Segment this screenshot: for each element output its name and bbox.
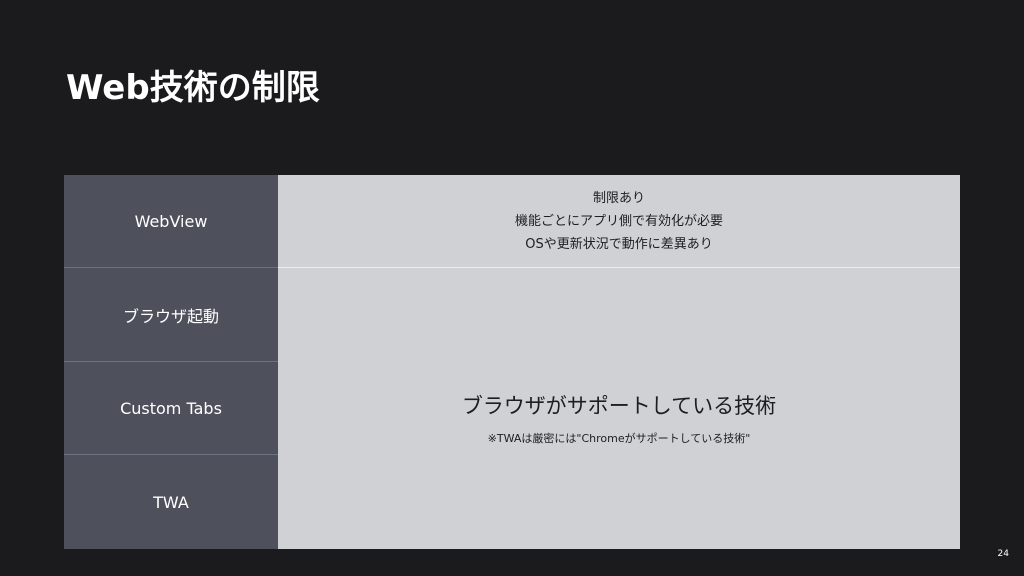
comparison-table: WebView 制限あり 機能ごとにアプリ側で有効化が必要 OSや更新状況で動作…	[64, 175, 960, 549]
webview-note: 機能ごとにアプリ側で有効化が必要	[514, 213, 723, 229]
browser-support-description: ブラウザがサポートしている技術 ※TWAは厳密には"Chromeがサポートしてい…	[278, 268, 960, 549]
webview-description: 制限あり 機能ごとにアプリ側で有効化が必要 OSや更新状況で動作に差異あり	[278, 175, 960, 268]
browser-support-main-text: ブラウザがサポートしている技術	[461, 393, 777, 418]
webview-note: 制限あり	[592, 190, 645, 206]
browser-support-note: ※TWAは厳密には"Chromeがサポートしている技術"	[487, 431, 751, 445]
row-label-browser-launch: ブラウザ起動	[64, 268, 278, 362]
page-number: 24	[997, 549, 1009, 559]
slide-title: Web技術の制限	[66, 68, 320, 108]
row-label-custom-tabs: Custom Tabs	[64, 362, 278, 455]
row-label-twa: TWA	[64, 455, 278, 549]
row-label-webview: WebView	[64, 175, 278, 268]
webview-note: OSや更新状況で動作に差異あり	[525, 236, 713, 252]
